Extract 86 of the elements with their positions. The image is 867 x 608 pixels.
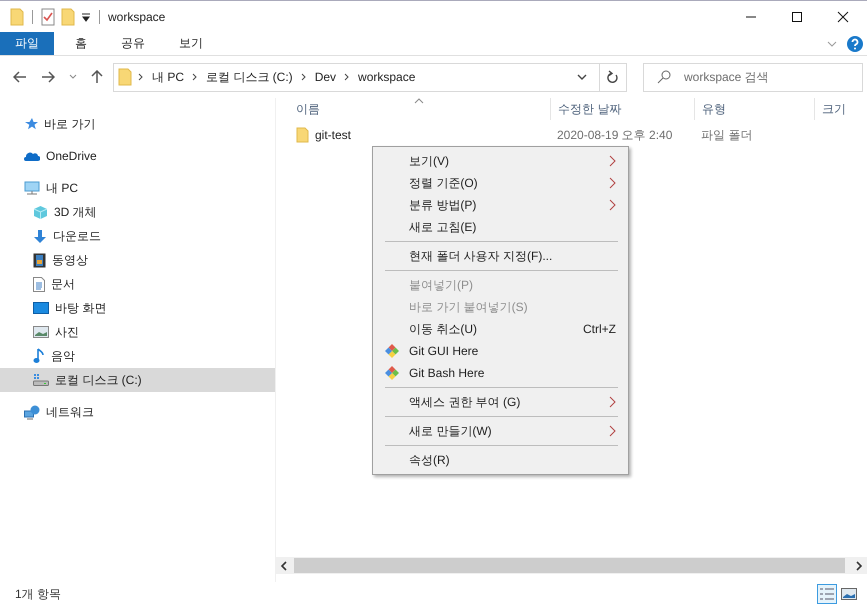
drive-icon: [33, 374, 49, 386]
column-header[interactable]: 크기: [814, 98, 864, 120]
monitor-icon: [24, 181, 40, 195]
music-note-icon: [33, 348, 45, 364]
maximize-icon[interactable]: [791, 10, 803, 22]
image-icon: [33, 326, 49, 338]
ribbon-tab[interactable]: 홈: [58, 32, 104, 55]
folder-icon: [118, 68, 132, 86]
nav-item[interactable]: 바탕 화면: [0, 296, 275, 320]
breadcrumb[interactable]: 로컬 디스크 (C:): [204, 68, 295, 86]
document-icon: [33, 276, 45, 292]
refresh-icon: [607, 70, 619, 84]
menu-item[interactable]: 현재 폴더 사용자 지정(F)...: [375, 245, 626, 267]
network-icon: [24, 404, 40, 420]
chevron-right-icon[interactable]: [192, 73, 198, 81]
checklist-icon[interactable]: [41, 8, 55, 26]
menu-item[interactable]: 분류 방법(P): [375, 194, 626, 216]
column-header[interactable]: 이름: [276, 98, 550, 120]
window-title: workspace: [108, 10, 166, 24]
chevron-right-icon[interactable]: [138, 73, 144, 81]
search-field[interactable]: workspace 검색: [643, 62, 863, 92]
nav-item[interactable]: 3D 개체: [0, 200, 275, 224]
address-bar[interactable]: 내 PC 로컬 디스크 (C:) Dev workspace: [113, 62, 627, 92]
scrollbar-thumb[interactable]: [294, 558, 845, 573]
cube-icon: [33, 204, 48, 220]
chevron-right-icon: [609, 155, 616, 167]
nav-item[interactable]: 동영상: [0, 248, 275, 272]
details-view-icon: [819, 587, 835, 601]
nav-item[interactable]: 네트워크: [0, 400, 275, 424]
forward-arrow-icon[interactable]: [41, 71, 55, 83]
screen-icon: [33, 302, 49, 314]
nav-item[interactable]: OneDrive: [0, 144, 275, 168]
status-text: 1개 항목: [15, 586, 62, 602]
nav-item[interactable]: 로컬 디스크 (C:): [0, 368, 275, 392]
nav-item[interactable]: 문서: [0, 272, 275, 296]
breadcrumb[interactable]: 내 PC: [150, 68, 186, 86]
diamond-icon: [385, 366, 399, 380]
column-header[interactable]: 유형: [694, 98, 814, 120]
cloud-icon: [24, 150, 40, 162]
chevron-right-icon[interactable]: [344, 73, 350, 81]
details-view-button[interactable]: [817, 584, 837, 604]
chevron-down-icon[interactable]: [577, 73, 587, 81]
menu-item[interactable]: 이동 취소(U) Ctrl+Z: [375, 318, 626, 340]
menu-item[interactable]: 속성(R): [375, 449, 626, 471]
star-icon: [24, 117, 38, 131]
help-icon[interactable]: [847, 36, 863, 52]
menu-item[interactable]: 새로 고침(E): [375, 216, 626, 238]
ribbon-tab[interactable]: 파일: [0, 32, 54, 55]
diamond-icon: [385, 344, 399, 358]
ribbon-tab[interactable]: 보기: [162, 32, 220, 55]
table-cell-text: 2020-08-19 오후 2:40: [556, 126, 674, 144]
table-cell-text: 파일 폴더: [700, 126, 754, 144]
chevron-right-icon: [609, 199, 616, 211]
nav-item[interactable]: 사진: [0, 320, 275, 344]
chevron-right-icon[interactable]: [300, 73, 307, 81]
back-arrow-icon[interactable]: [13, 71, 27, 83]
nav-item[interactable]: 바로 가기: [0, 112, 275, 136]
close-icon[interactable]: [837, 10, 849, 22]
breadcrumb[interactable]: workspace: [356, 70, 418, 84]
chevron-right-icon: [609, 177, 616, 189]
menu-item[interactable]: Git Bash Here: [375, 362, 626, 384]
menu-item[interactable]: 보기(V): [375, 150, 626, 172]
menu-item[interactable]: 액세스 권한 부여 (G): [375, 391, 626, 413]
nav-item[interactable]: 내 PC: [0, 176, 275, 200]
column-header[interactable]: 수정한 날짜: [550, 98, 694, 120]
scroll-right-icon[interactable]: [855, 560, 863, 570]
sort-caret-icon: [414, 98, 424, 104]
chevron-right-icon: [609, 396, 616, 408]
search-icon: [657, 70, 671, 84]
ribbon-tab[interactable]: 공유: [104, 32, 162, 55]
up-arrow-icon[interactable]: [91, 70, 103, 84]
chevron-right-icon: [609, 425, 616, 437]
nav-item[interactable]: 다운로드: [0, 224, 275, 248]
nav-item[interactable]: 음악: [0, 344, 275, 368]
down-arrow-icon: [33, 228, 47, 244]
scroll-left-icon[interactable]: [280, 560, 288, 570]
file-name-cell[interactable]: git-test: [276, 127, 550, 143]
menu-item[interactable]: 새로 만들기(W): [375, 420, 626, 442]
menu-item[interactable]: 정렬 기준(O): [375, 172, 626, 194]
image-icon: [841, 588, 857, 600]
horizontal-scrollbar[interactable]: [276, 557, 867, 574]
menu-item[interactable]: Git GUI Here: [375, 340, 626, 362]
folder-icon: [296, 127, 310, 143]
breadcrumb[interactable]: Dev: [312, 70, 338, 84]
dropdown-icon[interactable]: [81, 12, 91, 22]
film-icon: [33, 252, 46, 268]
